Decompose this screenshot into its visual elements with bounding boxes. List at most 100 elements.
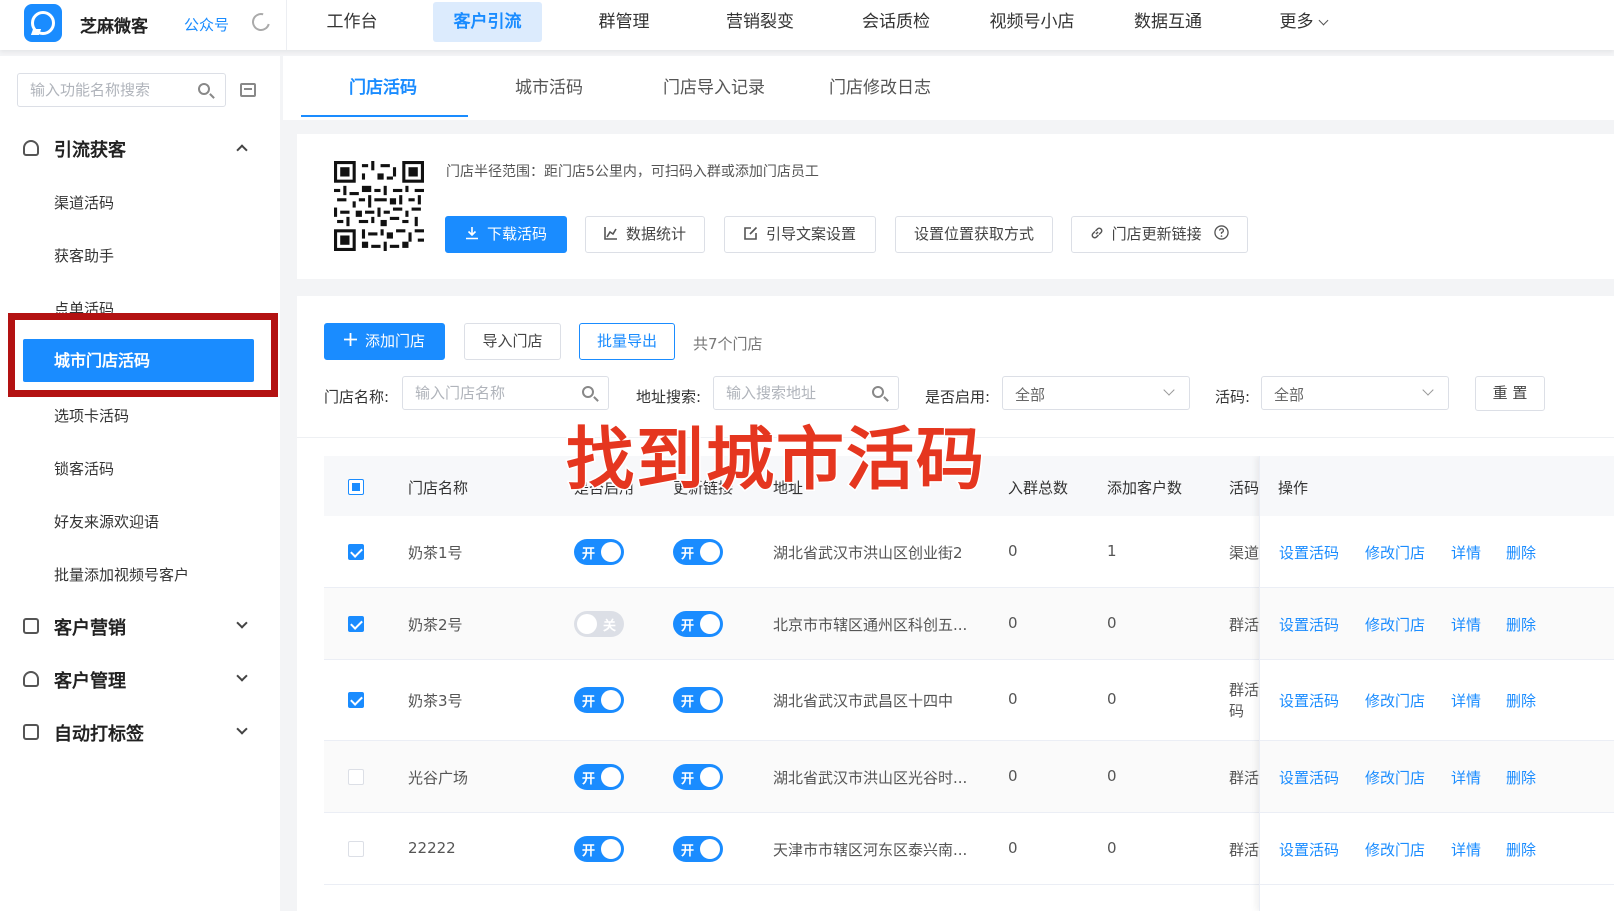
switch-label: 开 [582, 844, 596, 859]
delete-link[interactable]: 删除 [1506, 690, 1536, 711]
filter-code-label: 活码: [1215, 388, 1251, 406]
switch-label: 开 [681, 619, 695, 634]
code-select[interactable]: 全部 [1261, 376, 1449, 410]
nav-video-shop[interactable]: 视频号小店 [980, 2, 1084, 42]
store-name-input[interactable] [415, 377, 579, 409]
delete-link[interactable]: 删除 [1506, 767, 1536, 788]
row-checkbox[interactable] [348, 544, 364, 560]
row-checkbox[interactable] [348, 692, 364, 708]
edit-store-link[interactable]: 修改门店 [1365, 542, 1425, 563]
enabled-switch[interactable]: 开 [574, 539, 624, 565]
chevron-down-icon [236, 723, 248, 735]
code-type: 群活 [1229, 769, 1259, 787]
detail-link[interactable]: 详情 [1451, 542, 1481, 563]
table-row: 22222 开 开 天津市市辖区河东区泰兴南... 0 0 群活 设置活码 修改… [324, 813, 1614, 885]
nav-customer-traffic[interactable]: 客户引流 [433, 2, 542, 42]
update-link-switch[interactable]: 开 [673, 539, 723, 565]
delete-link[interactable]: 删除 [1506, 542, 1536, 563]
enabled-switch[interactable]: 关 [574, 611, 624, 637]
switch-label: 开 [681, 695, 695, 710]
update-link-switch[interactable]: 开 [673, 611, 723, 637]
search-icon[interactable] [582, 386, 594, 398]
sidebar-item-lock-code[interactable]: 锁客活码 [54, 458, 114, 479]
nav-more[interactable]: 更多 [1268, 2, 1338, 42]
search-icon[interactable] [872, 386, 884, 398]
nav-marketing-fission[interactable]: 营销裂变 [717, 2, 803, 42]
layout-toggle-icon[interactable] [240, 83, 256, 97]
reset-button[interactable]: 重 置 [1475, 376, 1545, 411]
group-label: 客户营销 [54, 618, 126, 639]
group-customer-header[interactable]: 客户管理 [0, 659, 280, 699]
nav-workbench[interactable]: 工作台 [318, 2, 386, 42]
switch-label: 开 [582, 547, 596, 562]
import-store-button[interactable]: 导入门店 [464, 323, 561, 360]
add-store-button[interactable]: 添加门店 [324, 323, 445, 360]
edit-store-link[interactable]: 修改门店 [1365, 839, 1425, 860]
feature-search [17, 73, 226, 107]
delete-link[interactable]: 删除 [1506, 614, 1536, 635]
help-icon [1214, 225, 1230, 240]
search-icon[interactable] [198, 83, 210, 95]
nav-session-qc[interactable]: 会话质检 [853, 2, 939, 42]
enabled-switch[interactable]: 开 [574, 687, 624, 713]
update-link-button[interactable]: 门店更新链接 [1071, 216, 1248, 253]
join-total: 0 [1008, 542, 1018, 560]
update-link-switch[interactable]: 开 [673, 836, 723, 862]
col-join-total: 入群总数 [1008, 479, 1069, 497]
qr-code-icon [334, 161, 424, 251]
sidebar-item-acquire-assistant[interactable]: 获客助手 [54, 245, 114, 266]
row-checkbox[interactable] [348, 616, 364, 632]
update-link-switch[interactable]: 开 [673, 764, 723, 790]
detail-link[interactable]: 详情 [1451, 690, 1481, 711]
sidebar-item-tab-code[interactable]: 选项卡活码 [54, 405, 129, 426]
chart-icon [604, 226, 617, 240]
edit-store-link[interactable]: 修改门店 [1365, 690, 1425, 711]
sidebar-item-welcome[interactable]: 好友来源欢迎语 [54, 511, 159, 532]
download-code-button[interactable]: 下载活码 [445, 216, 567, 253]
set-code-link[interactable]: 设置活码 [1279, 542, 1339, 563]
batch-export-button[interactable]: 批量导出 [579, 323, 675, 360]
set-code-link[interactable]: 设置活码 [1279, 767, 1339, 788]
row-checkbox[interactable] [348, 769, 364, 785]
group-traffic-header[interactable]: 引流获客 [0, 128, 280, 168]
group-marketing-header[interactable]: 客户营销 [0, 606, 280, 646]
enabled-switch[interactable]: 开 [574, 836, 624, 862]
table-row: 奶茶2号 关 开 北京市市辖区通州区科创五... 0 0 群活 设置活码 修改门… [324, 588, 1614, 660]
dark-mode-icon[interactable] [248, 9, 274, 35]
enabled-switch[interactable]: 开 [574, 764, 624, 790]
edit-store-link[interactable]: 修改门店 [1365, 614, 1425, 635]
sidebar-item-batch-video[interactable]: 批量添加视频号客户 [54, 564, 189, 585]
tab-modify-log[interactable]: 门店修改日志 [829, 73, 931, 98]
feature-search-input[interactable] [30, 74, 200, 106]
edit-store-link[interactable]: 修改门店 [1365, 767, 1425, 788]
tab-import-record[interactable]: 门店导入记录 [663, 73, 765, 98]
location-method-button[interactable]: 设置位置获取方式 [895, 216, 1053, 253]
set-code-link[interactable]: 设置活码 [1279, 614, 1339, 635]
delete-link[interactable]: 删除 [1506, 839, 1536, 860]
detail-link[interactable]: 详情 [1451, 614, 1481, 635]
nav-group-manage[interactable]: 群管理 [590, 2, 658, 42]
set-code-link[interactable]: 设置活码 [1279, 690, 1339, 711]
enabled-select[interactable]: 全部 [1002, 376, 1190, 410]
detail-link[interactable]: 详情 [1451, 767, 1481, 788]
set-code-link[interactable]: 设置活码 [1279, 839, 1339, 860]
guide-text-button[interactable]: 引导文案设置 [724, 216, 876, 253]
tab-store-code[interactable]: 门店活码 [349, 73, 417, 98]
sidebar-item-channel-code[interactable]: 渠道活码 [54, 192, 114, 213]
update-link-switch[interactable]: 开 [673, 687, 723, 713]
tabs-bar: 门店活码 城市活码 门店导入记录 门店修改日志 [283, 56, 1614, 120]
annotation-title: 找到城市活码 [564, 420, 987, 502]
account-type-link[interactable]: 公众号 [184, 14, 229, 35]
row-checkbox[interactable] [348, 841, 364, 857]
detail-link[interactable]: 详情 [1451, 839, 1481, 860]
added-customers: 1 [1107, 542, 1117, 560]
data-stats-button[interactable]: 数据统计 [585, 216, 705, 253]
store-name: 光谷广场 [408, 769, 469, 787]
divider [286, 0, 287, 50]
store-count: 共7个门店 [693, 335, 763, 353]
tab-city-code[interactable]: 城市活码 [515, 73, 583, 98]
select-all-checkbox[interactable] [348, 479, 364, 495]
code-type: 渠道 [1229, 544, 1259, 562]
group-autotag-header[interactable]: 自动打标签 [0, 712, 280, 752]
nav-data-exchange[interactable]: 数据互通 [1125, 2, 1211, 42]
